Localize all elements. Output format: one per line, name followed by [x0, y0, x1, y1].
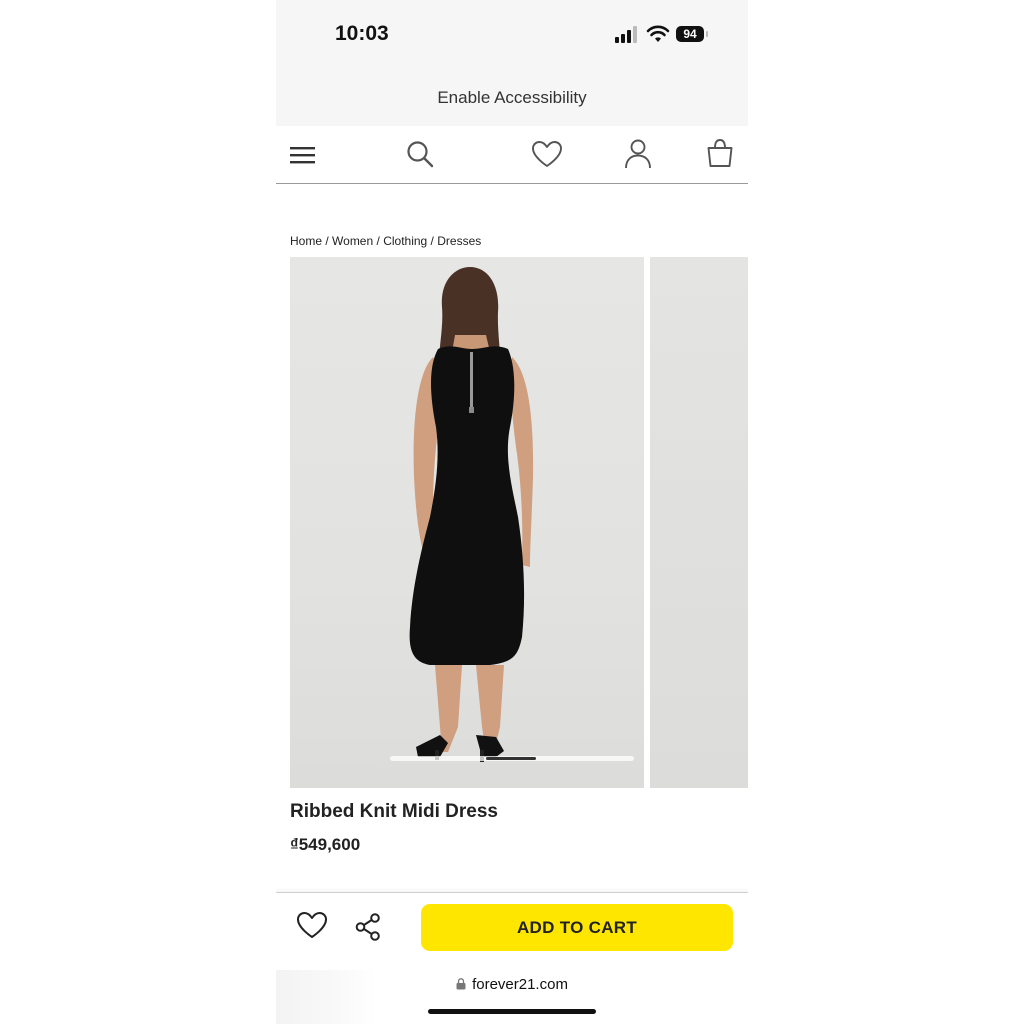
heart-outline-icon [297, 912, 327, 938]
wifi-icon [646, 25, 670, 42]
breadcrumb-separator: / [322, 234, 333, 248]
user-icon [625, 139, 651, 169]
breadcrumb-dresses[interactable]: Dresses [437, 234, 481, 248]
search-button[interactable] [406, 140, 434, 173]
dress-model-illustration [409, 267, 534, 762]
enable-accessibility-link[interactable]: Enable Accessibility [437, 88, 586, 108]
cart-button[interactable] [706, 138, 734, 173]
signal-icon [615, 26, 637, 43]
breadcrumb-separator: / [373, 234, 384, 248]
share-icon [355, 913, 380, 941]
account-button[interactable] [624, 138, 652, 175]
share-button[interactable] [355, 913, 381, 946]
breadcrumb-women[interactable]: Women [332, 234, 373, 248]
site-header [276, 126, 748, 184]
lock-icon [456, 978, 466, 990]
breadcrumb-home[interactable]: Home [290, 234, 322, 248]
gallery-scroll-thumb [486, 757, 536, 760]
url-display[interactable]: forever21.com [276, 976, 748, 993]
breadcrumb-clothing[interactable]: Clothing [383, 234, 427, 248]
menu-icon [290, 147, 315, 164]
status-time: 10:03 [335, 22, 389, 45]
browser-url-bar: forever21.com [276, 962, 748, 1024]
product-title: Ribbed Knit Midi Dress [290, 801, 498, 822]
product-price: ₫549,600 [290, 835, 361, 854]
search-icon [407, 141, 434, 168]
accessibility-bar: Enable Accessibility [276, 70, 748, 126]
wishlist-nav-button[interactable] [531, 140, 563, 173]
add-to-wishlist-button[interactable] [296, 911, 328, 944]
heart-icon [532, 141, 562, 167]
home-indicator[interactable] [428, 1009, 596, 1014]
status-bar: 10:03 94 [276, 0, 748, 70]
battery-icon: 94 [676, 26, 704, 42]
add-to-cart-button[interactable]: ADD TO CART [421, 904, 733, 951]
url-text: forever21.com [472, 976, 568, 993]
shopping-bag-icon [707, 139, 733, 167]
product-image[interactable] [290, 257, 644, 788]
product-action-bar: ADD TO CART [276, 892, 748, 963]
menu-button[interactable] [290, 144, 316, 171]
breadcrumb-separator: / [427, 234, 438, 248]
phone-screen: 10:03 94 Enable Accessibility Home / Wom… [276, 0, 748, 1024]
battery-cap [706, 31, 708, 37]
next-product-image[interactable] [650, 257, 748, 788]
product-image-gallery[interactable] [290, 257, 748, 788]
gallery-scroll-indicator [390, 756, 634, 761]
breadcrumb: Home / Women / Clothing / Dresses [290, 234, 481, 248]
